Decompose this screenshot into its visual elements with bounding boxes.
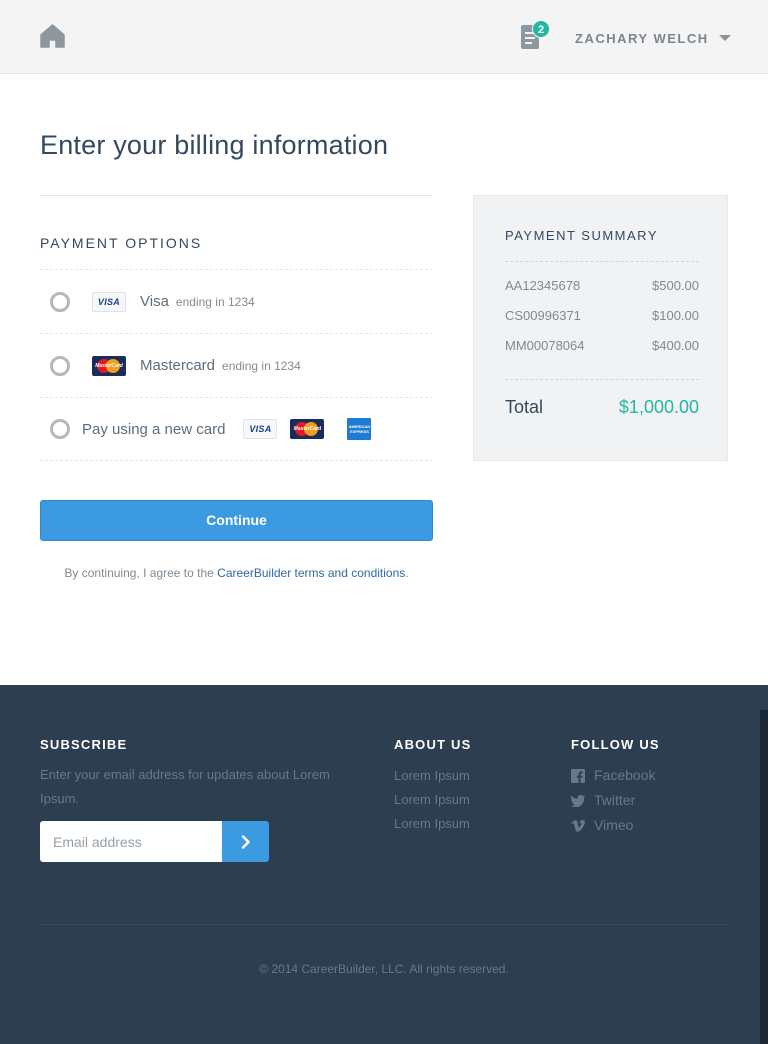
summary-item-id: CS00996371: [505, 308, 581, 323]
about-link[interactable]: Lorem Ipsum: [394, 788, 470, 812]
scrollbar[interactable]: [760, 710, 768, 1044]
about-links: Lorem Ipsum Lorem Ipsum Lorem Ipsum: [394, 764, 470, 836]
subscribe-submit-button[interactable]: [222, 821, 269, 862]
facebook-icon: [571, 768, 585, 783]
visa-text: VISA: [249, 424, 272, 434]
summary-item-amount: $100.00: [652, 308, 699, 323]
user-menu[interactable]: ZACHARY WELCH: [575, 29, 731, 47]
social-links: Facebook Twitter Vimeo: [571, 763, 655, 838]
divider: [505, 379, 699, 380]
option-detail: ending in 1234: [175, 294, 255, 309]
mastercard-icon: MasterCard: [92, 355, 126, 376]
amex-text: AMERICAN EXPRESS: [348, 424, 371, 434]
social-link-twitter[interactable]: Twitter: [571, 788, 655, 813]
email-input[interactable]: [40, 821, 222, 862]
payment-summary-panel: PAYMENT SUMMARY AA12345678 $500.00 CS009…: [473, 195, 728, 461]
summary-row: CS00996371 $100.00: [505, 308, 699, 338]
about-link[interactable]: Lorem Ipsum: [394, 812, 470, 836]
total-row: Total $1,000.00: [505, 397, 699, 418]
about-link[interactable]: Lorem Ipsum: [394, 764, 470, 788]
mastercard-icon: MasterCard: [290, 419, 325, 439]
divider: [505, 261, 699, 262]
home-icon[interactable]: [40, 24, 65, 48]
social-label: Twitter: [594, 792, 636, 808]
terms-link[interactable]: CareerBuilder terms and conditions: [217, 566, 405, 580]
terms-notice: By continuing, I agree to the CareerBuil…: [40, 563, 433, 584]
about-heading: ABOUT US: [394, 737, 472, 752]
summary-item-id: AA12345678: [505, 278, 581, 293]
radio-button[interactable]: [50, 291, 70, 312]
mastercard-text: MasterCard: [95, 362, 123, 369]
chevron-down-icon[interactable]: [718, 35, 731, 41]
radio-button[interactable]: [50, 419, 70, 439]
total-value: $1,000.00: [618, 397, 699, 417]
summary-item-amount: $500.00: [652, 278, 699, 293]
option-label: Pay using a new card: [82, 420, 226, 438]
payment-options-list: VISA Visa ending in 1234 MasterCard Mast…: [40, 269, 433, 461]
total-label: Total: [505, 397, 544, 417]
social-label: Facebook: [594, 767, 656, 783]
option-label: Mastercard: [140, 357, 216, 374]
top-navbar: 2 ZACHARY WELCH: [0, 0, 768, 74]
continue-button[interactable]: Continue: [40, 500, 433, 541]
notification-badge: 2: [532, 20, 550, 38]
radio-button[interactable]: [50, 355, 70, 376]
payment-option-mastercard[interactable]: MasterCard Mastercard ending in 1234: [40, 333, 433, 397]
payment-options-heading: PAYMENT OPTIONS: [40, 235, 203, 251]
summary-row: MM00078064 $400.00: [505, 338, 699, 368]
summary-items: AA12345678 $500.00 CS00996371 $100.00 MM…: [505, 278, 699, 368]
mastercard-text: MasterCard: [293, 426, 322, 432]
footer-divider: [40, 924, 728, 925]
subscribe-description: Enter your email address for updates abo…: [40, 767, 330, 806]
summary-row: AA12345678 $500.00: [505, 278, 699, 308]
payment-summary-heading: PAYMENT SUMMARY: [505, 228, 659, 243]
amex-card-icon: AMERICAN EXPRESS: [347, 418, 372, 440]
social-label: Vimeo: [594, 817, 634, 833]
follow-heading: FOLLOW US: [571, 737, 660, 752]
visa-text: VISA: [97, 296, 121, 307]
visa-card-icon: VISA: [92, 291, 126, 312]
page-title: Enter your billing information: [40, 130, 389, 160]
summary-item-id: MM00078064: [505, 338, 585, 353]
footer: SUBSCRIBE Enter your email address for u…: [0, 685, 768, 1044]
vimeo-icon: [571, 819, 585, 833]
copyright: © 2014 CareerBuilder, LLC. All rights re…: [259, 962, 509, 976]
summary-item-amount: $400.00: [652, 338, 699, 353]
social-link-facebook[interactable]: Facebook: [571, 763, 655, 788]
payment-option-new-card[interactable]: Pay using a new card VISA MasterCard AME…: [40, 397, 433, 461]
terms-suffix: .: [405, 566, 409, 580]
chevron-right-icon: [241, 834, 250, 849]
option-detail: ending in 1234: [222, 358, 301, 373]
payment-option-visa[interactable]: VISA Visa ending in 1234: [40, 269, 433, 333]
accepted-cards: VISA MasterCard AMERICAN EXPRESS: [243, 418, 372, 440]
option-label: Visa: [140, 293, 169, 310]
divider: [40, 195, 433, 196]
twitter-icon: [571, 794, 585, 808]
terms-prefix: By continuing, I agree to the: [64, 566, 214, 580]
user-name[interactable]: ZACHARY WELCH: [575, 31, 709, 46]
visa-card-icon: VISA: [243, 419, 278, 439]
social-link-vimeo[interactable]: Vimeo: [571, 813, 655, 838]
subscribe-heading: SUBSCRIBE: [40, 737, 128, 752]
